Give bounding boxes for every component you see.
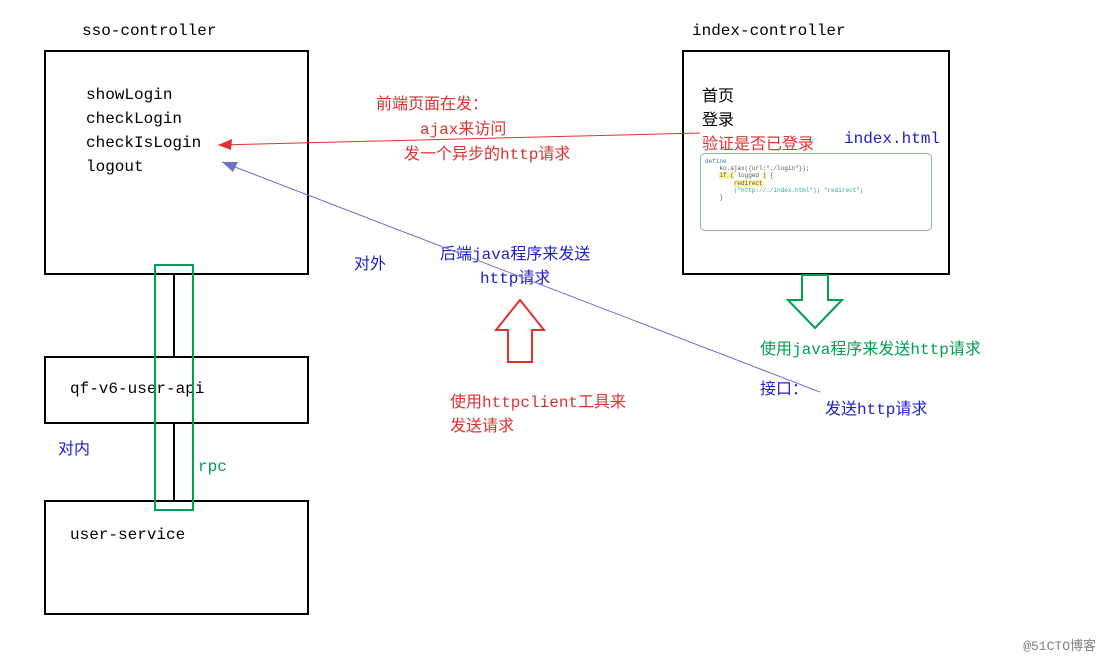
index-item-3: 验证是否已登录 bbox=[702, 130, 814, 154]
service-name: user-service bbox=[70, 526, 185, 544]
sso-controller-box: showLogin checkLogin checkIsLogin logout bbox=[44, 50, 309, 275]
index-controller-title: index-controller bbox=[692, 22, 846, 40]
api-box: qf-v6-user-api bbox=[44, 356, 309, 424]
rpc-label: rpc bbox=[198, 458, 227, 476]
frontend-line2: 发一个异步的http请求 bbox=[404, 140, 570, 164]
internal-label: 对内 bbox=[58, 435, 90, 459]
user-service-box: user-service bbox=[44, 500, 309, 615]
sso-method-1: showLogin bbox=[86, 86, 172, 104]
backend-line1: http请求 bbox=[480, 264, 550, 288]
up-arrow-red bbox=[496, 300, 544, 362]
index-item-1: 首页 bbox=[702, 82, 734, 106]
sso-method-4: logout bbox=[86, 158, 144, 176]
code-snippet: define ko.ajax({url:"./login"}); if ( lo… bbox=[700, 153, 932, 231]
send-http-label: 发送http请求 bbox=[825, 395, 927, 419]
index-filename: index.html bbox=[844, 130, 940, 148]
watermark: @51CTO博客 bbox=[1023, 635, 1096, 654]
backend-title: 后端java程序来发送 bbox=[440, 240, 590, 264]
api-name: qf-v6-user-api bbox=[70, 380, 204, 398]
httpclient-line2: 发送请求 bbox=[450, 412, 514, 436]
external-label: 对外 bbox=[354, 250, 386, 274]
sso-method-2: checkLogin bbox=[86, 110, 182, 128]
java-send-label: 使用java程序来发送http请求 bbox=[760, 335, 981, 359]
down-arrow-green bbox=[788, 275, 842, 328]
frontend-title: 前端页面在发： bbox=[376, 90, 488, 114]
index-item-2: 登录 bbox=[702, 106, 734, 130]
interface-label: 接口： bbox=[760, 375, 808, 399]
httpclient-line1: 使用httpclient工具来 bbox=[450, 388, 626, 412]
sso-method-3: checkIsLogin bbox=[86, 134, 201, 152]
sso-controller-title: sso-controller bbox=[82, 22, 216, 40]
frontend-line1: ajax来访问 bbox=[420, 115, 506, 139]
